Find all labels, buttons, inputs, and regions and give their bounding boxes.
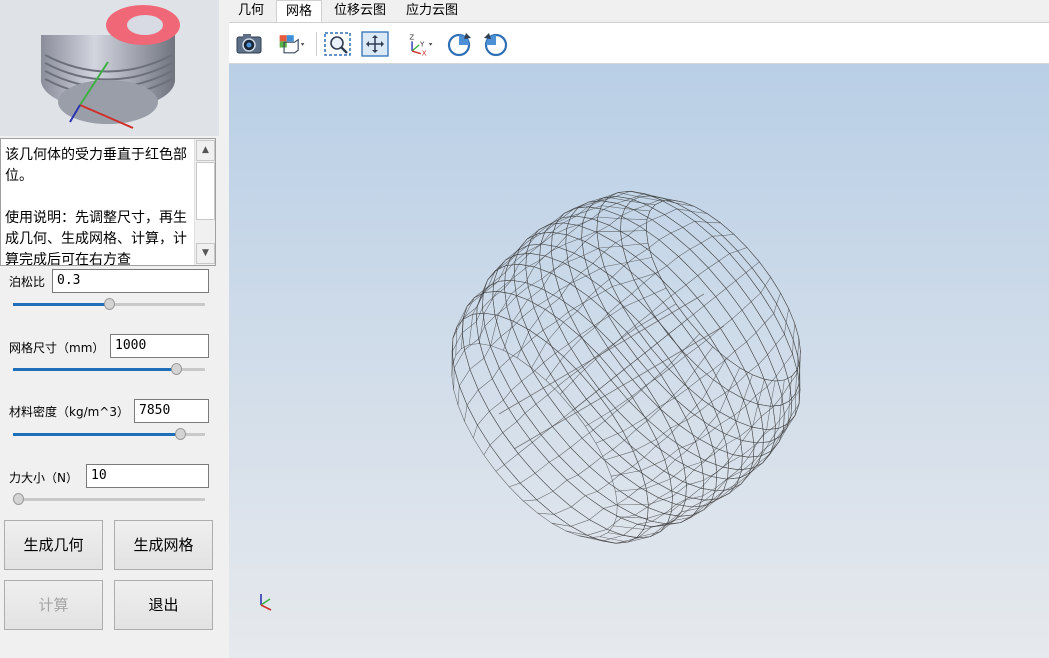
panel-divider[interactable] <box>219 0 229 658</box>
tab-displacement[interactable]: 位移云图 <box>325 0 395 22</box>
generate-geometry-button[interactable]: 生成几何 <box>4 520 103 570</box>
mesh-size-input[interactable]: 1000 <box>110 334 209 358</box>
description-box[interactable]: 该几何体的受力垂直于红色部位。 使用说明：先调整尺寸，再生成几何、生成网格、计算… <box>0 138 216 266</box>
generate-mesh-button[interactable]: 生成网格 <box>114 520 213 570</box>
tab-mesh[interactable]: 网格 <box>276 0 323 22</box>
mesh-size-slider[interactable] <box>13 362 205 378</box>
tab-stress[interactable]: 应力云图 <box>397 0 467 22</box>
3d-viewport[interactable] <box>229 64 1049 658</box>
scroll-down-icon[interactable]: ▼ <box>196 243 215 264</box>
slider-fill <box>13 368 176 371</box>
geometry-preview <box>0 0 219 136</box>
left-panel: 该几何体的受力垂直于红色部位。 使用说明：先调整尺寸，再生成几何、生成网格、计算… <box>0 0 219 658</box>
slider-fill <box>13 433 180 436</box>
description-text: 该几何体的受力垂直于红色部位。 使用说明：先调整尺寸，再生成几何、生成网格、计算… <box>5 147 187 265</box>
slider-knob[interactable] <box>171 363 182 375</box>
camera-icon[interactable] <box>234 30 264 58</box>
app-window: 该几何体的受力垂直于红色部位。 使用说明：先调整尺寸，再生成几何、生成网格、计算… <box>0 0 1049 658</box>
mesh-size-label: 网格尺寸（mm） <box>9 341 105 355</box>
axes-icon[interactable]: Z Y X <box>405 30 435 58</box>
axis-triad-icon <box>260 594 272 611</box>
poisson-label: 泊松比 <box>9 275 46 289</box>
force-slider[interactable] <box>13 492 205 508</box>
rotate-ccw-icon[interactable] <box>481 30 511 58</box>
scroll-thumb[interactable] <box>196 162 215 220</box>
slider-knob[interactable] <box>104 298 115 310</box>
slider-fill <box>13 303 109 306</box>
svg-text:X: X <box>422 48 427 57</box>
density-input[interactable]: 7850 <box>134 399 209 423</box>
tab-geometry[interactable]: 几何 <box>229 0 273 22</box>
view-cube-icon[interactable] <box>277 30 307 58</box>
fit-all-icon[interactable] <box>360 30 390 58</box>
slider-knob[interactable] <box>13 493 24 505</box>
toolbar: Z Y X <box>229 22 1049 64</box>
view-tabs: 几何 网格 位移云图 应力云图 <box>229 0 1049 22</box>
zoom-window-icon[interactable] <box>323 30 353 58</box>
mesh-wireframe <box>260 190 801 611</box>
description-scrollbar[interactable]: ▲ ▼ <box>194 139 215 265</box>
svg-text:Z: Z <box>409 33 414 42</box>
compute-button[interactable]: 计算 <box>4 580 103 630</box>
exit-button[interactable]: 退出 <box>114 580 213 630</box>
svg-text:Y: Y <box>419 40 425 49</box>
force-input[interactable]: 10 <box>86 464 209 488</box>
part-preview-image <box>41 5 180 129</box>
density-slider[interactable] <box>13 427 205 443</box>
scroll-up-icon[interactable]: ▲ <box>196 140 215 161</box>
poisson-slider[interactable] <box>13 297 205 313</box>
density-label: 材料密度（kg/m^3） <box>9 405 129 419</box>
force-label: 力大小（N） <box>9 471 78 485</box>
rotate-cw-icon[interactable] <box>444 30 474 58</box>
slider-knob[interactable] <box>175 428 186 440</box>
poisson-input[interactable]: 0.3 <box>52 269 209 293</box>
